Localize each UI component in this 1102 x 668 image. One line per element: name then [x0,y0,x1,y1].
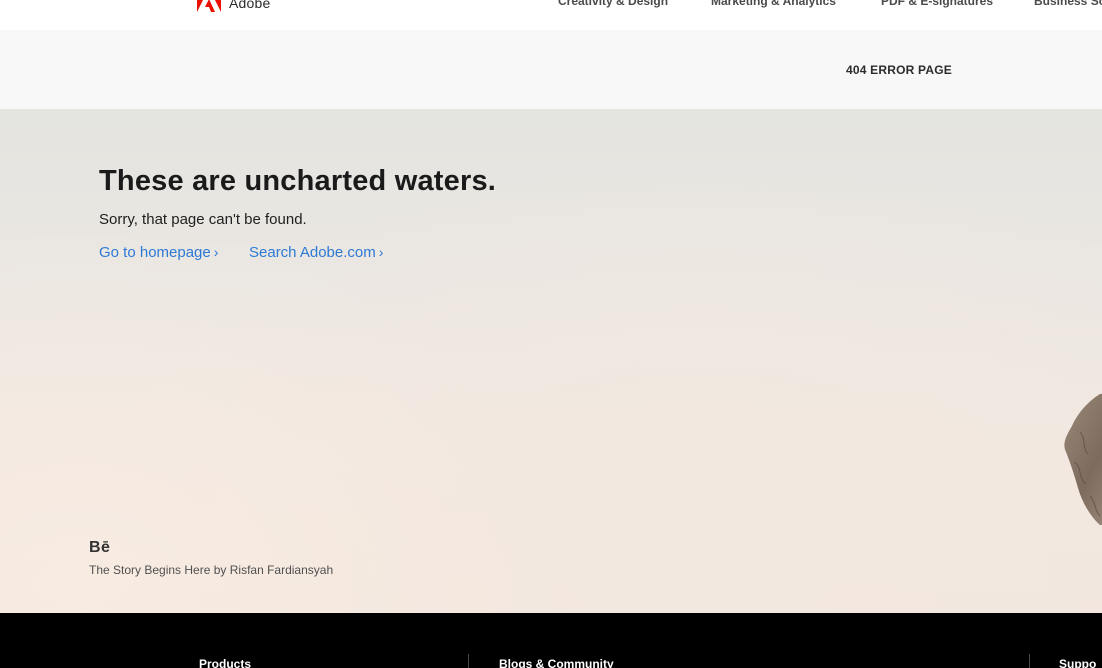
footer-heading-blogs-community: Blogs & Community [499,657,614,668]
credit-text: The Story Begins Here by Risfan Fardians… [89,563,334,577]
adobe-brand-link[interactable]: Adobe [197,0,270,13]
search-adobe-link[interactable]: Search Adobe.com › [249,244,383,261]
nav-item-business[interactable]: Business So [1034,0,1102,8]
footer-heading-support: Suppo [1059,657,1097,668]
image-credit[interactable]: Bē The Story Begins Here by Risfan Fardi… [89,539,333,577]
go-to-homepage-label: Go to homepage [99,244,211,261]
error-message: Sorry, that page can't be found. [99,211,307,228]
hero-section: These are uncharted waters. Sorry, that … [0,109,1102,613]
subnav-band: 404 ERROR PAGE [0,30,1102,109]
error-heading: These are uncharted waters. [99,165,497,197]
chevron-right-icon: › [378,244,384,260]
brand-name: Adobe [229,0,271,11]
rock-image [1064,393,1102,525]
search-adobe-label: Search Adobe.com [249,244,376,261]
top-navigation: Adobe Creativity & Design Marketing & An… [0,0,1102,30]
nav-item-creativity-design[interactable]: Creativity & Design [558,0,668,8]
footer: Products Blogs & Community Suppo [0,613,1102,668]
adobe-logo-icon [197,0,221,12]
footer-heading-products: Products [199,657,252,668]
nav-item-pdf-esignatures[interactable]: PDF & E-signatures [881,0,993,8]
go-to-homepage-link[interactable]: Go to homepage › [99,244,218,261]
behance-icon: Bē [89,539,111,556]
footer-divider [468,654,469,668]
page: Adobe Creativity & Design Marketing & An… [0,0,1102,668]
chevron-right-icon: › [213,244,219,260]
subnav-title: 404 ERROR PAGE [846,63,952,77]
nav-item-marketing-analytics[interactable]: Marketing & Analytics [711,0,836,8]
footer-divider [1029,654,1030,668]
